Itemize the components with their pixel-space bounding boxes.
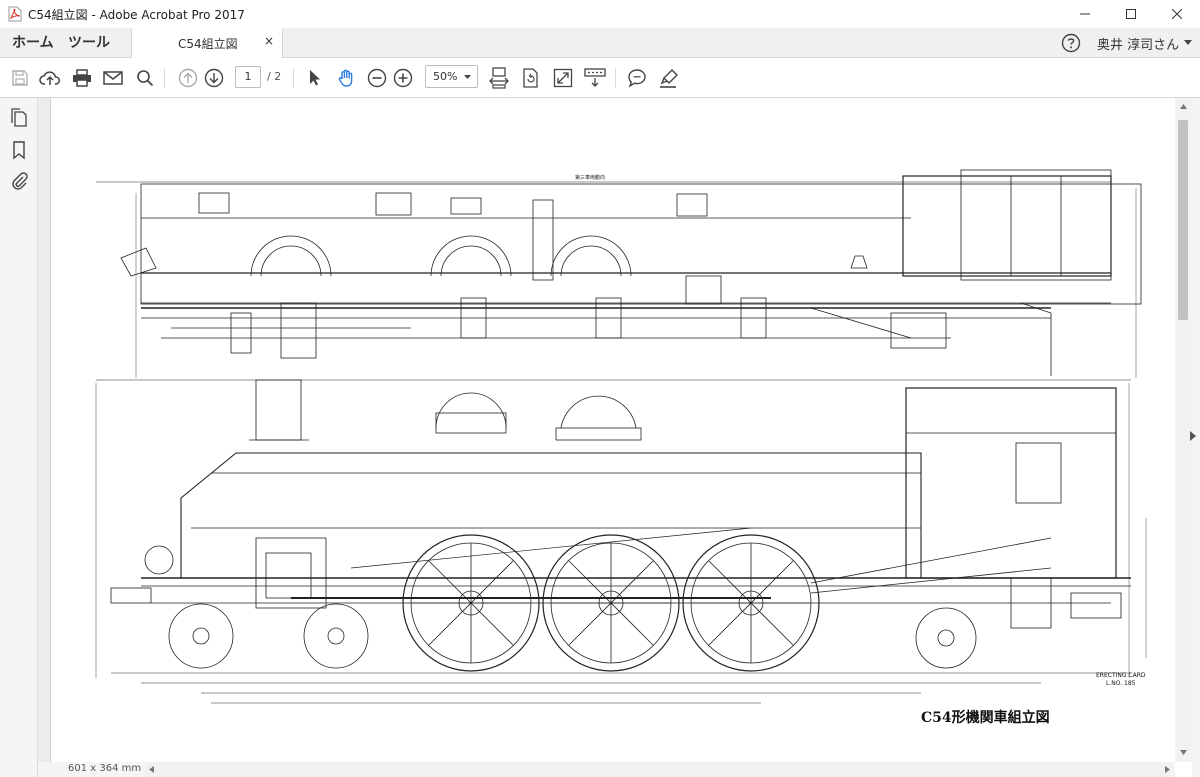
fit-page-icon: [489, 67, 509, 89]
bookmark-icon[interactable]: [9, 140, 29, 160]
title-bar: C54組立図 - Adobe Acrobat Pro 2017: [0, 0, 1200, 28]
highlight-button[interactable]: [657, 66, 681, 90]
print-button[interactable]: [70, 66, 94, 90]
tools-menu-tab[interactable]: ツール: [68, 28, 110, 58]
erecting-card-title: ERECTING CARD: [1096, 672, 1146, 679]
close-window-button[interactable]: [1154, 0, 1200, 28]
vertical-scrollbar[interactable]: [1175, 98, 1192, 762]
scroll-right-arrow-icon[interactable]: [1165, 766, 1170, 773]
zoom-level-value: 50%: [433, 70, 458, 83]
zoom-out-button[interactable]: [365, 66, 389, 90]
comment-bubble-icon: [628, 69, 646, 88]
rotate-page-icon: [523, 68, 538, 88]
save-icon: [12, 70, 28, 86]
next-page-button[interactable]: [202, 66, 226, 90]
select-tool-button[interactable]: [303, 66, 327, 90]
drawing-caption: C54形機関車組立図: [921, 710, 1050, 726]
scroll-down-arrow-icon[interactable]: [1180, 750, 1187, 755]
help-icon[interactable]: [1061, 33, 1081, 53]
maximize-icon: [1126, 9, 1136, 19]
fit-page-button[interactable]: [487, 66, 511, 90]
scroll-left-arrow-icon[interactable]: [149, 766, 154, 773]
rotate-view-button[interactable]: [519, 66, 543, 90]
upload-cloud-button[interactable]: [38, 66, 62, 90]
minimize-icon: [1080, 13, 1090, 15]
plan-view-drawing: [96, 169, 1142, 378]
plan-view-title: 第三車両動向: [575, 175, 606, 181]
hand-tool-button[interactable]: [334, 66, 358, 90]
tab-bar: ホーム ツール C54組立図 ×: [0, 28, 1200, 59]
chevron-down-icon[interactable]: [1184, 40, 1192, 45]
page-size-readout: 601 x 364 mm: [68, 763, 142, 774]
zoom-in-button[interactable]: [391, 66, 415, 90]
pen-highlight-icon: [660, 69, 678, 88]
cloud-upload-icon: [39, 71, 60, 85]
acrobat-pdf-icon: [8, 6, 22, 22]
arrow-down-circle-icon: [204, 68, 224, 88]
search-icon: [137, 70, 154, 87]
scroll-down-icon: [584, 68, 606, 87]
page-total: / 2: [267, 70, 282, 83]
horizontal-scrollbar[interactable]: [145, 762, 1175, 777]
document-tab-label: C54組立図: [178, 37, 238, 51]
document-view[interactable]: 第三車両動向 ERECTING CARD L.NO. 185 C54形機関車組立…: [38, 98, 1175, 762]
envelope-icon: [103, 71, 123, 85]
minimize-button[interactable]: [1062, 0, 1108, 28]
vertical-scroll-thumb[interactable]: [1178, 120, 1188, 320]
side-elevation-drawing: [95, 379, 1147, 704]
document-tab-close-button[interactable]: ×: [264, 34, 274, 48]
pdf-page: 第三車両動向 ERECTING CARD L.NO. 185 C54形機関車組立…: [50, 98, 1175, 762]
attachment-paperclip-icon[interactable]: [9, 171, 29, 191]
page-thumbnails-icon[interactable]: [9, 108, 29, 128]
comment-button[interactable]: [625, 66, 649, 90]
locomotive-assembly-drawing: [95, 169, 1147, 704]
search-button[interactable]: [133, 66, 157, 90]
arrow-up-circle-icon: [178, 68, 198, 88]
erecting-card-number: L.NO. 185: [1106, 680, 1136, 687]
plus-circle-icon: [393, 68, 413, 88]
expand-icon: [553, 68, 573, 88]
close-icon: [1172, 9, 1182, 19]
erecting-card-label: ERECTING CARD L.NO. 185: [1096, 672, 1146, 688]
toolbar-separator: [293, 68, 294, 88]
zoom-level-select[interactable]: 50%: [425, 65, 478, 88]
email-button[interactable]: [101, 66, 125, 90]
main-toolbar: [0, 58, 1200, 98]
home-menu-tab[interactable]: ホーム: [12, 28, 54, 58]
scroll-up-arrow-icon[interactable]: [1180, 104, 1187, 109]
expand-right-pane-icon[interactable]: [1190, 431, 1196, 441]
page-number-input[interactable]: 1: [235, 66, 261, 88]
print-icon: [73, 69, 91, 87]
scroll-mode-button[interactable]: [583, 66, 607, 90]
window-controls: [1062, 0, 1200, 28]
full-screen-button[interactable]: [551, 66, 575, 90]
minus-circle-icon: [367, 68, 387, 88]
previous-page-button[interactable]: [176, 66, 200, 90]
toolbar-separator: [164, 68, 165, 88]
window-title: C54組立図 - Adobe Acrobat Pro 2017: [28, 7, 245, 22]
left-navigation-pane: [0, 98, 38, 777]
document-tab[interactable]: C54組立図 ×: [131, 28, 283, 59]
user-name[interactable]: 奥井 淳司さん: [1097, 34, 1179, 53]
maximize-button[interactable]: [1108, 0, 1154, 28]
hand-icon: [338, 69, 353, 87]
save-button[interactable]: [8, 66, 32, 90]
cursor-arrow-icon: [310, 70, 320, 86]
chevron-down-icon: [464, 75, 471, 79]
toolbar-separator: [615, 68, 616, 88]
